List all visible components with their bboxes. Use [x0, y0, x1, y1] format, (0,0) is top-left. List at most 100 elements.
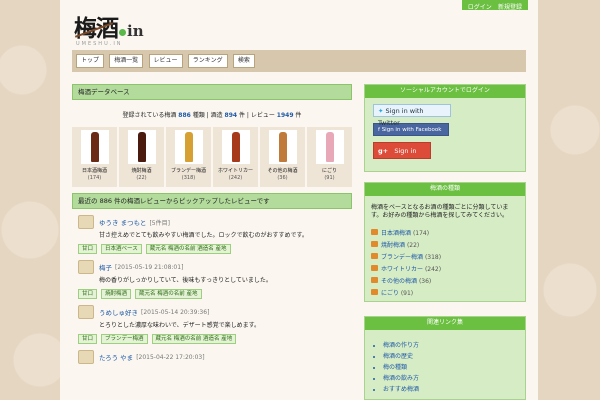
bottle-image: [231, 132, 240, 162]
category-name: 焼酎梅酒: [131, 168, 152, 174]
facebook-icon: f: [378, 127, 380, 133]
user-avatar[interactable]: [78, 215, 94, 229]
related-link[interactable]: 梅酒の歴史: [383, 351, 519, 360]
category-link[interactable]: 日本酒梅酒: [381, 230, 411, 237]
facebook-signin-button[interactable]: f Sign in with Facebook: [373, 123, 449, 136]
category-count: (174): [87, 175, 102, 181]
category-thumbnail: [221, 130, 250, 164]
category-link[interactable]: ホワイトリカー: [381, 266, 423, 273]
stats-umeshu-unit: 種類: [192, 112, 205, 119]
related-link[interactable]: 梅酒の作り方: [383, 340, 519, 349]
category-card[interactable]: その他の梅酒 (36): [260, 127, 305, 187]
category-name: にごり: [322, 168, 337, 174]
stats-review-count[interactable]: 1949: [277, 112, 294, 119]
review-tag[interactable]: 蔵元名 梅酒の名前 酒造名 産地: [151, 334, 237, 344]
top-links: ログイン 新規登録: [461, 0, 528, 11]
review-tags: 甘口 ブランデー梅酒 蔵元名 梅酒の名前 酒造名 産地: [78, 334, 352, 344]
category-count: (36): [277, 175, 288, 181]
review-tag[interactable]: 焼酎梅酒: [101, 289, 132, 299]
category-link-item[interactable]: その他の梅酒 (36): [371, 276, 519, 285]
review-tags: 甘口 焼酎梅酒 蔵元名 梅酒の名前 産地: [78, 289, 352, 299]
logo-subtitle: UMESHU.IN: [76, 41, 123, 47]
stats-umeshu-count[interactable]: 886: [178, 112, 191, 119]
review-tag[interactable]: 甘口: [78, 244, 98, 254]
nav-item-ranking[interactable]: ランキング: [187, 54, 228, 68]
category-link-count: (91): [400, 290, 414, 297]
user-avatar[interactable]: [78, 260, 94, 274]
overview-heading: 梅酒データベース: [72, 84, 352, 100]
register-link[interactable]: 新規登録: [498, 4, 522, 11]
review-user[interactable]: 梅子: [99, 262, 112, 272]
nav-item-search[interactable]: 検索: [232, 54, 255, 68]
category-link-item[interactable]: 日本酒梅酒 (174): [371, 228, 519, 237]
google-signin-button[interactable]: g+ Sign in: [373, 142, 431, 159]
bottle-icon: [371, 253, 378, 259]
category-name: 日本酒梅酒: [81, 168, 107, 174]
logo-tld: in: [127, 22, 144, 40]
social-login-box: ソーシャルアカウントでログイン ✦ Sign in with Twitter f…: [364, 84, 526, 172]
category-link-item[interactable]: ホワイトリカー (242): [371, 264, 519, 273]
review-text: とろりとした濃厚な味わいで、デザート感覚で楽しめます。: [99, 322, 260, 329]
review-tag[interactable]: 蔵元名 梅酒の名前 酒造名 産地: [145, 244, 231, 254]
google-plus-icon: g+: [378, 147, 389, 155]
category-link-count: (318): [424, 254, 442, 261]
facebook-signin-label: Sign in with Facebook: [381, 127, 442, 133]
review-tag[interactable]: 蔵元名 梅酒の名前 産地: [135, 289, 202, 299]
review-user[interactable]: うめしゅ好き: [99, 307, 138, 317]
category-count: (91): [324, 175, 335, 181]
bottle-image: [137, 132, 146, 162]
review-tag[interactable]: 日本酒ベース: [101, 244, 142, 254]
category-grid: 日本酒梅酒 (174) 焼酎梅酒 (22) ブランデー梅酒 (318) ホワイトリカー (24…: [72, 127, 352, 187]
category-count: (318): [181, 175, 196, 181]
review-user[interactable]: ゆうき まつもと: [99, 217, 146, 227]
review-tag[interactable]: ブランデー梅酒: [101, 334, 148, 344]
site-logo[interactable]: 梅酒in UMESHU.IN: [74, 9, 184, 49]
user-avatar[interactable]: [78, 305, 94, 319]
user-avatar[interactable]: [78, 350, 94, 364]
category-info-description: 梅酒をベースとなるお酒の種類ごとに分類しています。お好みの種類から梅酒を探してみ…: [371, 204, 509, 219]
related-link[interactable]: 梅酒の飲み方: [383, 373, 519, 382]
bottle-image: [325, 132, 334, 162]
google-signin-label: Sign in: [394, 147, 417, 155]
review-entry: ゆうき まつもと [5件目] 甘さ控えめでとても飲みやすい梅酒でした。ロックで飲むの…: [78, 215, 352, 254]
category-link-item[interactable]: 焼酎梅酒 (22): [371, 240, 519, 249]
twitter-signin-button[interactable]: ✦ Sign in with Twitter: [373, 104, 451, 127]
category-link-item[interactable]: ブランデー梅酒 (318): [371, 252, 519, 261]
review-tag[interactable]: 甘口: [78, 334, 98, 344]
site-stats: 登録されている梅酒 886 種類 | 酒造 894 件 | レビュー 1949 …: [72, 110, 352, 119]
review-tag[interactable]: 甘口: [78, 289, 98, 299]
bottle-image: [90, 132, 99, 162]
nav-item-list[interactable]: 梅酒一覧: [109, 54, 144, 68]
stats-umeshu-label: 登録されている梅酒: [122, 112, 177, 119]
category-link[interactable]: 焼酎梅酒: [381, 242, 405, 249]
related-link[interactable]: 梅の種類: [383, 362, 519, 371]
review-text: 梅の香りがしっかりしていて、後味もすっきりとしていました。: [99, 277, 272, 284]
category-link-count: (242): [424, 266, 442, 273]
bottle-icon: [371, 241, 378, 247]
category-card[interactable]: にごり (91): [307, 127, 352, 187]
twitter-icon: ✦: [378, 107, 384, 115]
bottle-icon: [371, 277, 378, 283]
nav-item-reviews[interactable]: レビュー: [148, 54, 183, 68]
category-link[interactable]: ブランデー梅酒: [381, 254, 423, 261]
review-user[interactable]: たろう やま: [99, 352, 133, 362]
category-link[interactable]: その他の梅酒: [381, 278, 417, 285]
related-link-list: 梅酒の作り方梅酒の歴史梅の種類梅酒の飲み方おすすめ梅酒: [365, 330, 525, 393]
category-link-item[interactable]: にごり (91): [371, 288, 519, 297]
review-entry: うめしゅ好き [2015-05-14 20:39:36] とろりとした濃厚な味わいで…: [78, 305, 352, 344]
category-link[interactable]: にごり: [381, 290, 399, 297]
nav-item-top[interactable]: トップ: [76, 54, 105, 68]
category-card[interactable]: 焼酎梅酒 (22): [119, 127, 164, 187]
bottle-image: [184, 132, 193, 162]
category-card[interactable]: ブランデー梅酒 (318): [166, 127, 211, 187]
category-card[interactable]: 日本酒梅酒 (174): [72, 127, 117, 187]
main-nav: トップ 梅酒一覧 レビュー ランキング 検索: [72, 50, 526, 72]
login-link[interactable]: ログイン: [468, 4, 492, 11]
bottle-icon: [371, 229, 378, 235]
related-link[interactable]: おすすめ梅酒: [383, 384, 519, 393]
review-date: [5件目]: [149, 219, 170, 227]
stats-brewery-count[interactable]: 894: [225, 112, 238, 119]
category-link-count: (36): [418, 278, 432, 285]
category-card[interactable]: ホワイトリカー (242): [213, 127, 258, 187]
review-date: [2015-05-14 20:39:36]: [141, 308, 210, 316]
